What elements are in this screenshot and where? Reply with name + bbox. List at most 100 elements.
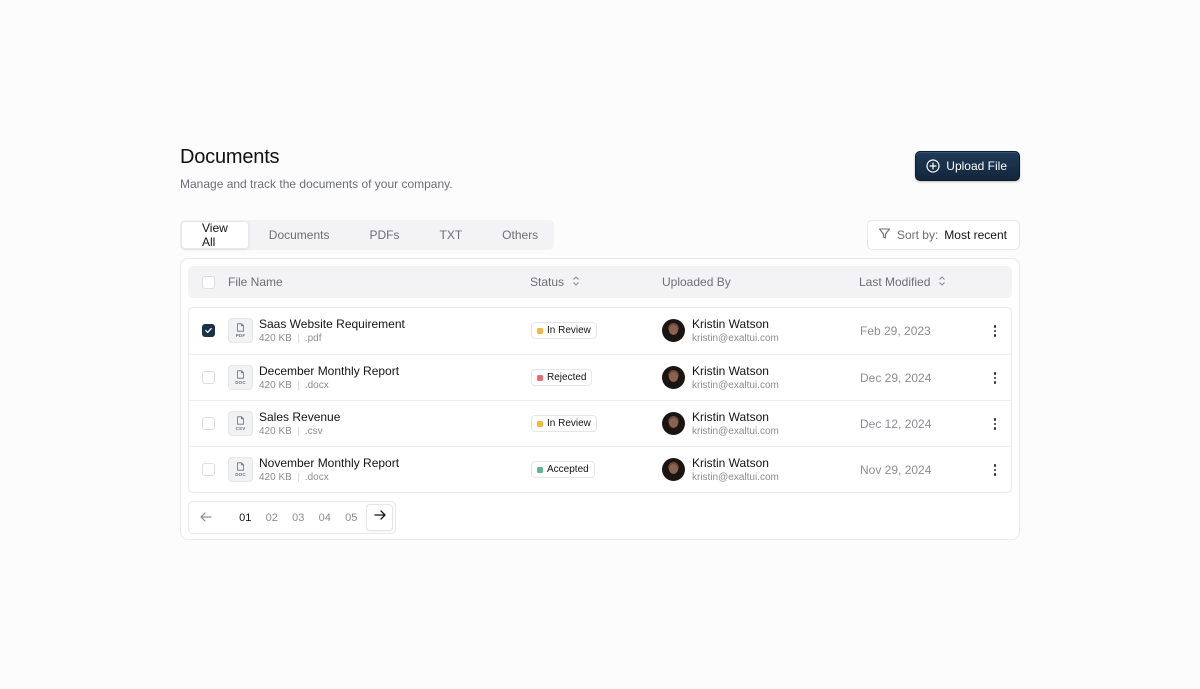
sort-dropdown[interactable]: Sort by: Most recent xyxy=(866,220,1020,250)
table-row[interactable]: DOC December Monthly Report 420 KB .docx… xyxy=(189,354,1011,400)
file-type-label: DOC xyxy=(235,380,246,385)
file-name[interactable]: December Monthly Report xyxy=(259,364,399,378)
page-03[interactable]: 03 xyxy=(285,512,312,524)
row-checkbox[interactable] xyxy=(202,463,215,476)
status-badge: In Review xyxy=(531,415,597,432)
file-icon: DOC xyxy=(228,365,253,390)
file-extension: .pdf xyxy=(304,333,322,344)
status-badge: In Review xyxy=(531,322,597,339)
row-checkbox-wrap xyxy=(202,324,215,337)
tab-others[interactable]: Others xyxy=(482,221,558,249)
page-title: Documents xyxy=(180,146,280,168)
last-modified-date: Feb 29, 2023 xyxy=(860,324,931,338)
tab-documents[interactable]: Documents xyxy=(249,221,350,249)
tab-pdfs[interactable]: PDFs xyxy=(350,221,420,249)
uploader-name: Kristin Watson xyxy=(692,317,769,331)
file-name[interactable]: Saas Website Requirement xyxy=(259,317,405,331)
row-checkbox[interactable] xyxy=(202,371,215,384)
last-modified-date: Nov 29, 2024 xyxy=(860,463,932,477)
avatar xyxy=(662,319,685,342)
plus-circle-icon xyxy=(926,159,940,173)
file-meta: 420 KB .pdf xyxy=(259,333,322,344)
column-file-name: File Name xyxy=(228,275,283,289)
select-all-checkbox-wrap xyxy=(202,266,215,298)
avatar xyxy=(662,412,685,435)
avatar xyxy=(662,458,685,481)
file-extension: .docx xyxy=(304,472,329,483)
file-meta: 420 KB .docx xyxy=(259,472,329,483)
meta-divider xyxy=(297,473,299,482)
page-01[interactable]: 01 xyxy=(232,512,259,524)
file-size: 420 KB xyxy=(259,333,292,344)
upload-file-label: Upload File xyxy=(946,159,1007,173)
uploader-name: Kristin Watson xyxy=(692,456,769,470)
pagination: 01 02 03 04 05 xyxy=(188,501,396,534)
status-badge: Accepted xyxy=(531,461,595,478)
uploader-email: kristin@exaltui.com xyxy=(692,380,779,391)
select-all-checkbox[interactable] xyxy=(202,275,215,289)
file-icon: CSV xyxy=(228,411,253,436)
file-size: 420 KB xyxy=(259,380,292,391)
table-body: PDF Saas Website Requirement 420 KB .pdf… xyxy=(188,307,1012,493)
file-type-label: PDF xyxy=(235,333,246,338)
file-meta: 420 KB .csv xyxy=(259,426,323,437)
row-checkbox-wrap xyxy=(202,371,215,384)
column-uploaded-by: Uploaded By xyxy=(662,275,731,289)
uploader-email: kristin@exaltui.com xyxy=(692,472,779,483)
table-row[interactable]: CSV Sales Revenue 420 KB .csv In Review … xyxy=(189,400,1011,446)
documents-table: File Name Status Uploaded By Last Modifi… xyxy=(180,258,1020,540)
file-type-label: CSV xyxy=(235,426,246,431)
file-extension: .docx xyxy=(304,380,329,391)
table-header: File Name Status Uploaded By Last Modifi… xyxy=(188,266,1012,298)
page-header: Documents Manage and track the documents… xyxy=(180,146,1020,206)
page-numbers: 01 02 03 04 05 xyxy=(232,502,365,533)
status-label: In Review xyxy=(547,325,591,336)
next-page-button[interactable] xyxy=(366,504,393,531)
check-icon xyxy=(205,327,212,334)
more-options-icon[interactable] xyxy=(987,368,1003,388)
status-badge: Rejected xyxy=(531,369,593,386)
meta-divider xyxy=(297,427,299,436)
tab-view-all[interactable]: View All xyxy=(181,221,249,249)
tab-txt[interactable]: TXT xyxy=(420,221,483,249)
last-modified-date: Dec 29, 2024 xyxy=(860,371,932,385)
file-icon: DOC xyxy=(228,457,253,482)
file-extension: .csv xyxy=(304,426,323,437)
uploader-email: kristin@exaltui.com xyxy=(692,426,779,437)
table-row[interactable]: DOC November Monthly Report 420 KB .docx… xyxy=(189,446,1011,492)
file-size: 420 KB xyxy=(259,472,292,483)
sort-arrows-icon xyxy=(938,275,946,289)
arrow-left-icon[interactable] xyxy=(199,510,213,529)
row-checkbox[interactable] xyxy=(202,417,215,430)
row-checkbox[interactable] xyxy=(202,324,215,337)
filter-icon xyxy=(878,227,891,243)
row-checkbox-wrap xyxy=(202,417,215,430)
more-options-icon[interactable] xyxy=(987,460,1003,480)
more-options-icon[interactable] xyxy=(987,321,1003,341)
page-02[interactable]: 02 xyxy=(259,512,286,524)
file-name[interactable]: Sales Revenue xyxy=(259,410,340,424)
page-subtitle: Manage and track the documents of your c… xyxy=(180,177,453,191)
status-label: In Review xyxy=(547,418,591,429)
documents-page: Documents Manage and track the documents… xyxy=(180,146,1020,540)
uploader-email: kristin@exaltui.com xyxy=(692,333,779,344)
status-dot xyxy=(537,327,543,334)
status-dot xyxy=(537,420,543,427)
column-status[interactable]: Status xyxy=(530,266,580,298)
column-status-label: Status xyxy=(530,275,565,289)
sort-arrows-icon xyxy=(572,275,580,289)
toolbar: View All Documents PDFs TXT Others Sort … xyxy=(180,220,1020,250)
upload-file-button[interactable]: Upload File xyxy=(915,151,1020,181)
more-options-icon[interactable] xyxy=(987,414,1003,434)
uploader-name: Kristin Watson xyxy=(692,410,769,424)
page-04[interactable]: 04 xyxy=(312,512,339,524)
status-label: Accepted xyxy=(547,464,589,475)
page-05[interactable]: 05 xyxy=(338,512,365,524)
status-label: Rejected xyxy=(547,372,587,383)
file-name[interactable]: November Monthly Report xyxy=(259,456,399,470)
sort-value: Most recent xyxy=(944,228,1007,242)
column-last-modified[interactable]: Last Modified xyxy=(859,266,946,298)
meta-divider xyxy=(297,381,299,390)
avatar xyxy=(662,366,685,389)
table-row[interactable]: PDF Saas Website Requirement 420 KB .pdf… xyxy=(189,308,1011,354)
